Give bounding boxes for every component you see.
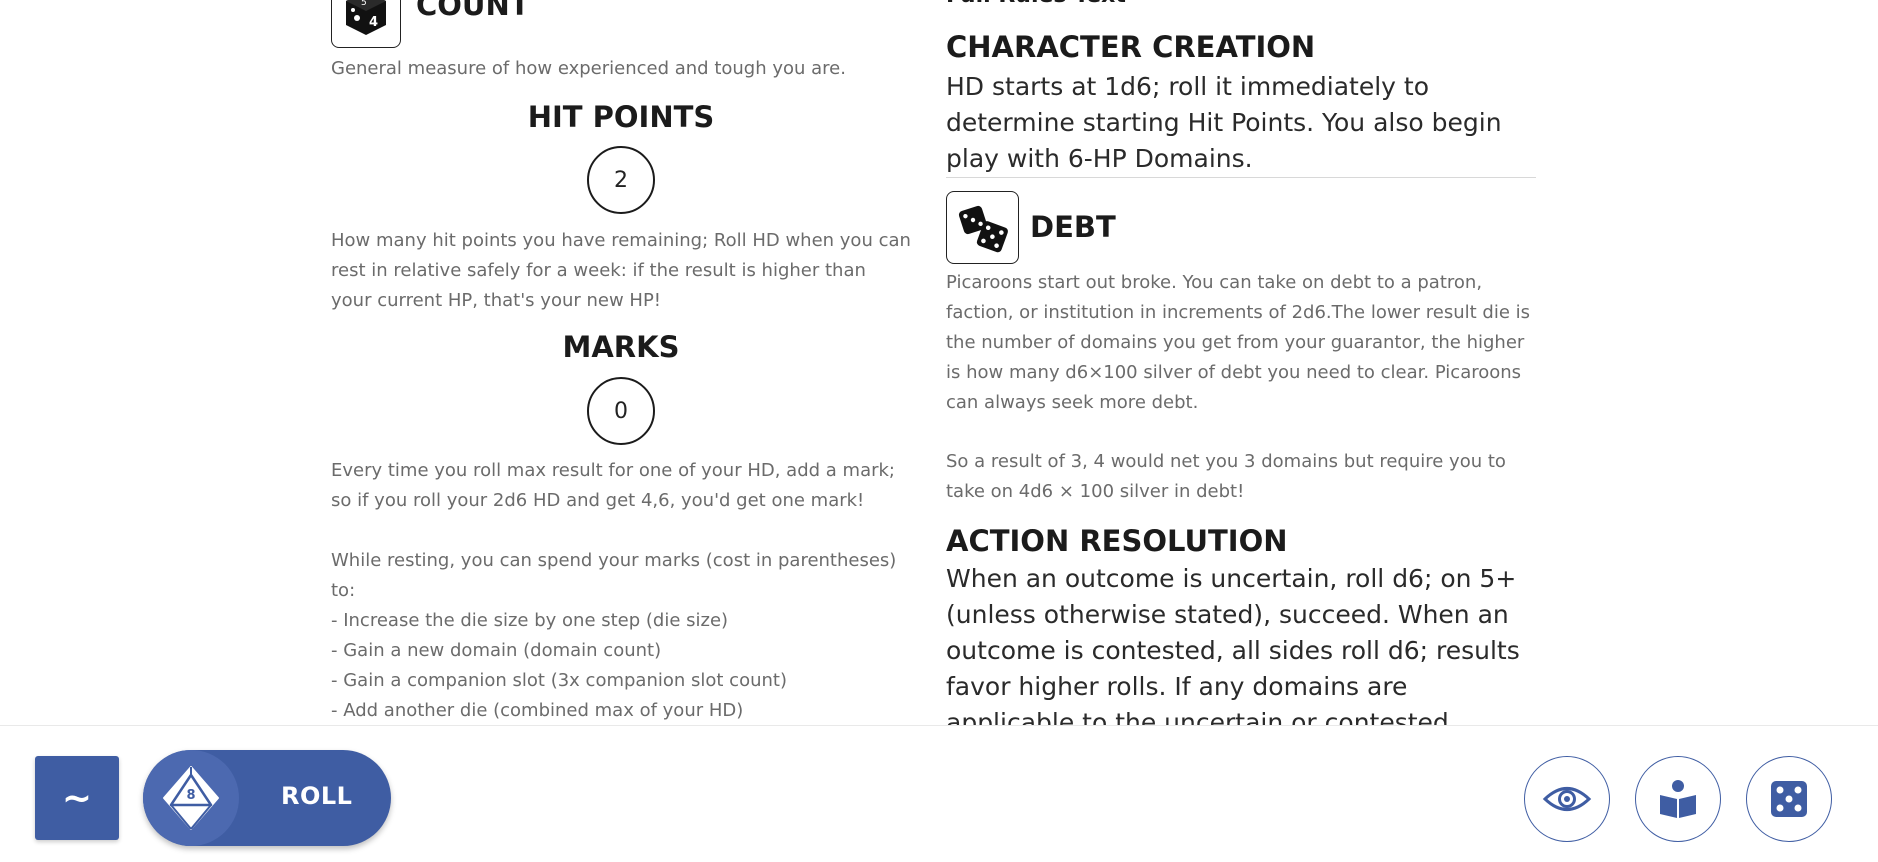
marks-spend-intro: While resting, you can spend your marks … [331, 550, 897, 601]
d8-icon: 8 [143, 750, 239, 846]
list-item: - Increase the die size by one step (die… [331, 610, 729, 631]
rules-partial-heading: Full Rules Text [946, 0, 1126, 8]
marks-options-list: - Increase the die size by one step (die… [331, 606, 911, 726]
rules-book-button[interactable] [1635, 756, 1721, 842]
dice-cube-icon: 4 5 [331, 0, 401, 48]
marks-title: MARKS [562, 330, 680, 364]
list-item: - Add another die (combined max of your … [331, 700, 744, 721]
marks-value[interactable]: 0 [587, 377, 655, 445]
character-creation-title: CHARACTER CREATION [946, 30, 1316, 64]
list-item: - Gain a new domain (domain count) [331, 640, 662, 661]
eye-button[interactable] [1524, 756, 1610, 842]
list-item: - Gain a companion slot (3x companion sl… [331, 670, 787, 691]
book-reader-icon [1660, 780, 1696, 818]
dice-button[interactable] [1746, 756, 1832, 842]
debt-title: DEBT [1030, 210, 1116, 244]
roll-die-value: 8 [186, 788, 195, 803]
menu-toggle-button[interactable]: ~ [35, 756, 119, 840]
marks-description: Every time you roll max result for one o… [331, 460, 895, 511]
count-description: General measure of how experienced and t… [331, 58, 846, 79]
svg-text:4: 4 [369, 15, 378, 30]
divider [946, 177, 1536, 178]
roll-label: ROLL [281, 782, 353, 810]
hit-points-value[interactable]: 2 [587, 146, 655, 214]
two-dice-icon [946, 191, 1019, 264]
roll-button[interactable]: 8 ROLL [143, 750, 391, 846]
dice-five-icon [1771, 781, 1807, 817]
debt-paragraph-2: So a result of 3, 4 would net you 3 doma… [946, 451, 1506, 502]
hit-points-description: How many hit points you have remaining; … [331, 230, 911, 311]
svg-text:5: 5 [361, 0, 367, 8]
debt-paragraph-1: Picaroons start out broke. You can take … [946, 272, 1531, 413]
action-resolution-title: ACTION RESOLUTION [946, 524, 1288, 558]
eye-icon [1542, 787, 1592, 811]
count-header: 4 5 COUNT [331, 0, 911, 50]
character-creation-text: HD starts at 1d6; roll it immediately to… [946, 72, 1502, 173]
hit-points-title: HIT POINTS [527, 100, 715, 134]
count-title: COUNT [416, 0, 530, 22]
